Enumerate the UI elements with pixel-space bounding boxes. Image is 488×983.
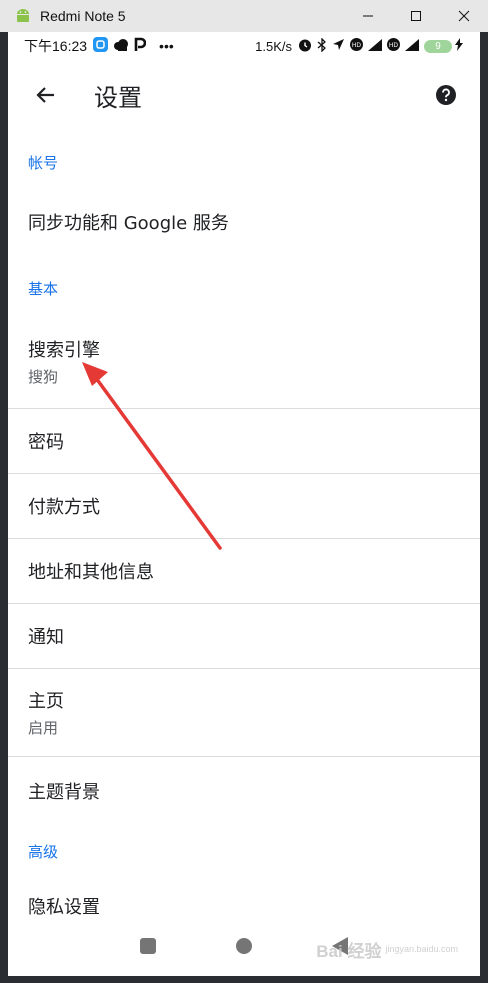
settings-item-label: 主页	[28, 691, 64, 712]
phone-screen: 下午16:23 ••• 1.5K/s HD HD 9 设置 帐号 同步功能和 G…	[8, 32, 480, 976]
baidu-watermark: Bai 经验 jingyan.baidu.com	[316, 937, 458, 962]
section-header-advanced: 高级	[28, 843, 59, 861]
cloud-icon	[113, 38, 129, 55]
maximize-icon	[411, 11, 421, 21]
help-icon	[436, 85, 456, 105]
hd-icon: HD	[387, 38, 400, 54]
bluetooth-icon	[317, 36, 327, 55]
signal-icon	[405, 38, 419, 54]
back-arrow-icon	[36, 87, 54, 103]
watermark-main: Bai 经验	[316, 942, 382, 961]
close-button[interactable]	[440, 0, 488, 32]
settings-item-sync[interactable]: 同步功能和 Google 服务	[8, 188, 480, 256]
charging-icon	[455, 38, 463, 54]
settings-item-notifications[interactable]: 通知	[8, 604, 480, 668]
home-nav-button[interactable]	[196, 922, 292, 970]
section-header-basic: 基本	[28, 280, 59, 298]
svg-text:HD: HD	[389, 42, 399, 49]
settings-item-label: 地址和其他信息	[28, 562, 154, 583]
settings-item-addresses[interactable]: 地址和其他信息	[8, 539, 480, 603]
settings-item-passwords[interactable]: 密码	[8, 409, 480, 473]
settings-item-search-engine[interactable]: 搜索引擎 搜狗	[8, 314, 480, 408]
alarm-icon	[298, 38, 312, 55]
window-title: Redmi Note 5	[40, 8, 126, 24]
settings-item-summary: 搜狗	[28, 367, 59, 386]
settings-item-summary: 启用	[28, 719, 59, 737]
settings-item-homepage[interactable]: 主页 启用	[8, 669, 480, 756]
settings-item-label: 密码	[28, 432, 64, 453]
settings-item-label: 搜索引擎	[28, 339, 100, 361]
watermark-sub: jingyan.baidu.com	[385, 943, 458, 954]
location-icon	[332, 38, 345, 54]
notification-app-icon	[93, 37, 109, 55]
help-button[interactable]	[432, 81, 460, 109]
android-icon	[14, 7, 32, 25]
settings-item-label: 同步功能和 Google 服务	[28, 213, 229, 234]
settings-item-label: 通知	[28, 627, 64, 648]
settings-item-label: 付款方式	[28, 497, 100, 518]
p-app-icon	[134, 37, 147, 55]
network-speed: 1.5K/s	[255, 38, 292, 54]
status-bar: 下午16:23 ••• 1.5K/s HD HD 9	[8, 32, 480, 60]
status-time: 下午16:23	[24, 38, 88, 54]
maximize-button[interactable]	[392, 0, 440, 32]
settings-item-payment-methods[interactable]: 付款方式	[8, 474, 480, 538]
recents-nav-button[interactable]	[100, 922, 196, 970]
back-button[interactable]	[26, 75, 66, 115]
settings-item-themes[interactable]: 主题背景	[8, 757, 480, 825]
minimize-icon	[363, 15, 373, 17]
more-notifications-indicator: •••	[159, 38, 174, 54]
page-title: 设置	[94, 83, 142, 112]
window-titlebar: Redmi Note 5	[0, 0, 488, 32]
battery-indicator: 9	[424, 39, 452, 53]
app-bar: 设置	[8, 60, 480, 130]
minimize-button[interactable]	[344, 0, 392, 32]
svg-text:HD: HD	[352, 42, 362, 49]
home-nav-icon	[236, 938, 252, 954]
stop-nav-icon	[140, 938, 156, 954]
signal-icon	[368, 38, 382, 54]
close-icon	[458, 10, 470, 22]
section-header-account: 帐号	[28, 154, 59, 172]
settings-item-label: 主题背景	[28, 782, 100, 803]
hd-icon: HD	[350, 38, 363, 54]
